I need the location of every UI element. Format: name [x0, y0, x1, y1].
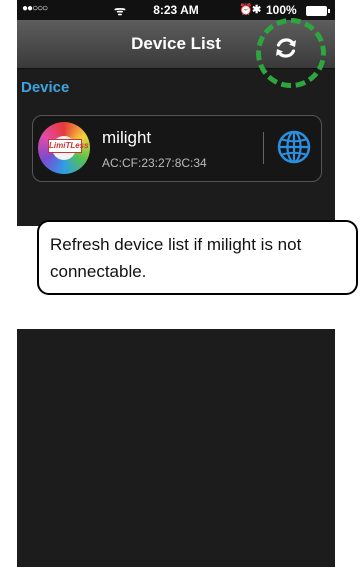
- logo-badge: LimiTLess: [48, 139, 89, 153]
- status-bar: ●●○○○ ᯤ 8:23 AM ⏰ ✱ 100%: [17, 0, 335, 20]
- battery-icon: [306, 6, 330, 16]
- section-title: Device: [21, 79, 70, 96]
- milight-logo-icon: LimiTLess: [38, 122, 90, 174]
- device-name: milight: [102, 128, 152, 147]
- refresh-highlight-circle: [256, 18, 326, 88]
- bluetooth-icon: ✱: [252, 4, 262, 16]
- alarm-icon: ⏰: [239, 4, 253, 16]
- annotation-callout: Refresh device list if milight is not co…: [37, 220, 358, 295]
- device-list-item[interactable]: LimiTLess milight AC:CF:23:27:8C:34: [32, 115, 322, 182]
- battery-percentage: 100%: [266, 3, 297, 17]
- card-divider: [263, 132, 264, 164]
- device-mac-address: AC:CF:23:27:8C:34: [102, 156, 207, 170]
- globe-icon[interactable]: [276, 129, 312, 165]
